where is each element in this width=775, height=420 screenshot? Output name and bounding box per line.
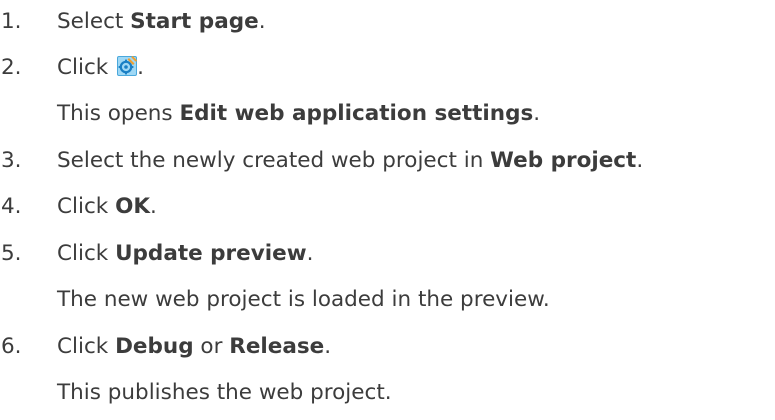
note-text: This publishes the web project.	[57, 380, 392, 405]
step-number: 3.	[1, 148, 22, 173]
ui-term: OK	[115, 194, 151, 219]
step-text: Select	[57, 9, 131, 34]
ui-term: Start page	[130, 9, 259, 34]
step-2: 2. Click .	[0, 51, 144, 85]
step-number: 4.	[1, 194, 22, 219]
step-1: 1. Select Start page.	[0, 5, 266, 39]
step-number: 6.	[1, 334, 22, 359]
step-5-note: The new web project is loaded in the pre…	[0, 283, 550, 317]
step-number: 5.	[1, 241, 22, 266]
step-text: Click	[57, 55, 116, 80]
step-5: 5. Click Update preview.	[0, 237, 313, 271]
ui-term: Web project	[490, 148, 637, 173]
note-text: This opens	[57, 101, 180, 126]
step-6-note: This publishes the web project.	[0, 376, 392, 410]
step-text: Click	[57, 241, 116, 266]
settings-gear-icon	[117, 53, 138, 76]
step-number: 1.	[1, 9, 22, 34]
ui-term: Debug	[115, 334, 194, 359]
step-4: 4. Click OK.	[0, 190, 157, 224]
step-number: 2.	[1, 55, 22, 80]
note-text: The new web project is loaded in the pre…	[57, 287, 550, 312]
ui-term: Update preview	[115, 241, 307, 266]
ui-term: Edit web application settings	[179, 101, 534, 126]
step-2-note: This opens Edit web application settings…	[57, 101, 541, 126]
step-3: 3. Select the newly created web project i…	[0, 144, 643, 178]
ui-term: Release	[229, 334, 325, 359]
step-text: Click	[57, 334, 116, 359]
step-6: 6. Click Debug or Release.	[0, 330, 331, 364]
step-text: Click	[57, 194, 116, 219]
step-text: Select the newly created web project in	[57, 148, 491, 173]
